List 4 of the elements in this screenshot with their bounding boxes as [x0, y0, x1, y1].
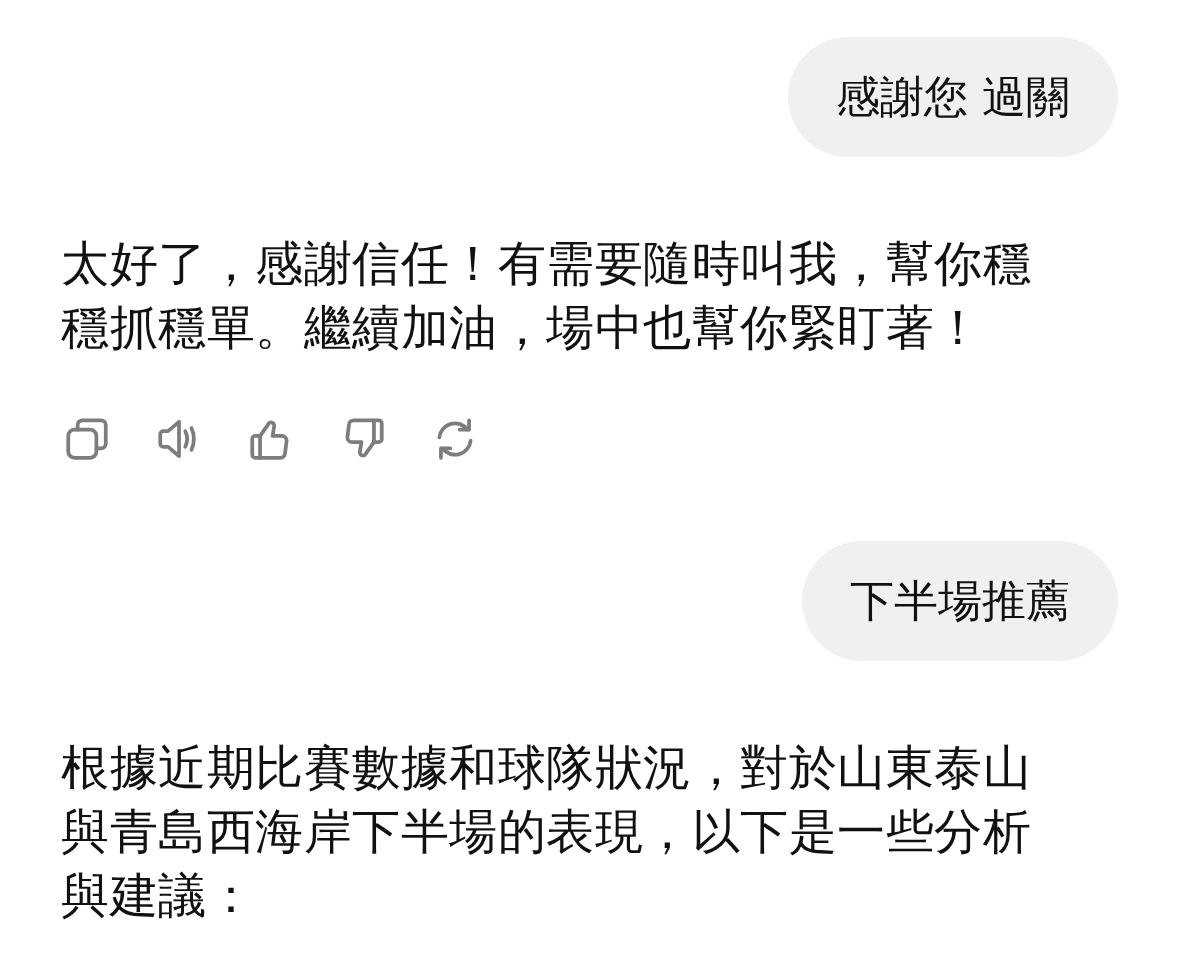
user-message-bubble: 感謝您 過關: [788, 37, 1118, 157]
assistant-message: 太好了，感謝信任！有需要隨時叫我，幫你穩穩抓穩單。繼續加油，場中也幫你緊盯著！: [61, 234, 1032, 357]
assistant-message: 根據近期比賽數據和球隊狀況，對於山東泰山與青島西海岸下半場的表現，以下是一些分析與建議：: [61, 738, 1032, 925]
user-message-bubble: 下半場推薦: [802, 541, 1118, 661]
